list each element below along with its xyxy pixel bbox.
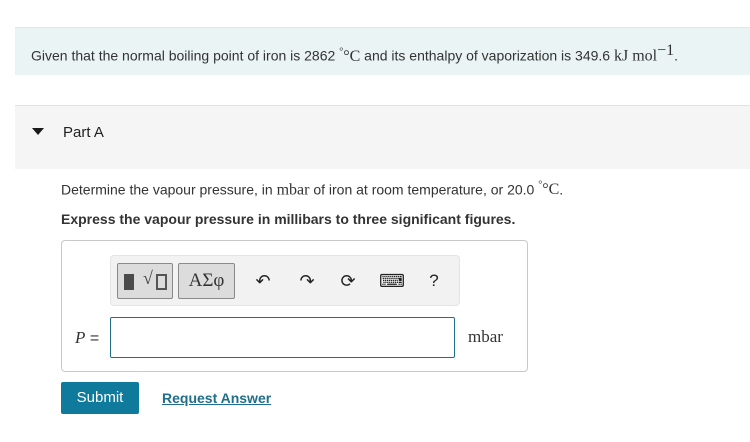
intro-text-before: Given that the normal boiling point of i… (31, 47, 340, 64)
enthalpy-unit: kJ mol (613, 47, 658, 65)
problem-intro: Given that the normal boiling point of i… (15, 27, 750, 75)
collapse-caret-icon[interactable] (32, 128, 44, 135)
submit-button[interactable]: Submit (61, 382, 139, 414)
radical-icon: √ (143, 268, 153, 288)
question-text-middle: of iron at room temperature, or 20.0 (309, 181, 539, 198)
symbols-button[interactable]: ΑΣφ (178, 263, 235, 299)
keyboard-icon[interactable]: ⌨ (379, 270, 405, 292)
answer-unit: mbar (468, 327, 503, 346)
help-icon[interactable]: ? (423, 270, 445, 292)
request-answer-link[interactable]: Request Answer (162, 390, 271, 406)
templates-icon (124, 274, 134, 290)
instruction-text: Express the vapour pressure in millibars… (61, 211, 516, 227)
reset-icon[interactable]: ⟳ (337, 270, 359, 292)
answer-variable-label: P = (75, 328, 99, 348)
boiling-point-unit: °°C (339, 46, 361, 65)
math-toolbar: √ ΑΣφ ↶ ↷ ⟳ ⌨ ? (110, 255, 460, 306)
answer-input[interactable] (110, 317, 455, 358)
question-unit: mbar (276, 181, 310, 199)
undo-icon[interactable]: ↶ (252, 270, 274, 292)
temperature-unit: °°C (538, 180, 560, 199)
intro-text-middle: and its enthalpy of vaporization is 349.… (360, 47, 614, 64)
redo-icon[interactable]: ↷ (296, 270, 318, 292)
templates-button[interactable]: √ (117, 263, 173, 299)
question-text-end: . (559, 181, 564, 198)
answer-equals: = (85, 330, 100, 347)
intro-text-end: . (674, 47, 679, 64)
question-text: Determine the vapour pressure, in mbar o… (61, 180, 563, 199)
part-a-header[interactable]: Part A (15, 105, 750, 169)
enthalpy-exponent: −1 (657, 42, 675, 59)
answer-variable: P (75, 328, 86, 347)
answer-box: √ ΑΣφ ↶ ↷ ⟳ ⌨ ? P = mbar (61, 240, 528, 372)
part-title: Part A (63, 124, 104, 141)
box-icon (156, 274, 167, 290)
question-text-before: Determine the vapour pressure, in (61, 181, 277, 198)
